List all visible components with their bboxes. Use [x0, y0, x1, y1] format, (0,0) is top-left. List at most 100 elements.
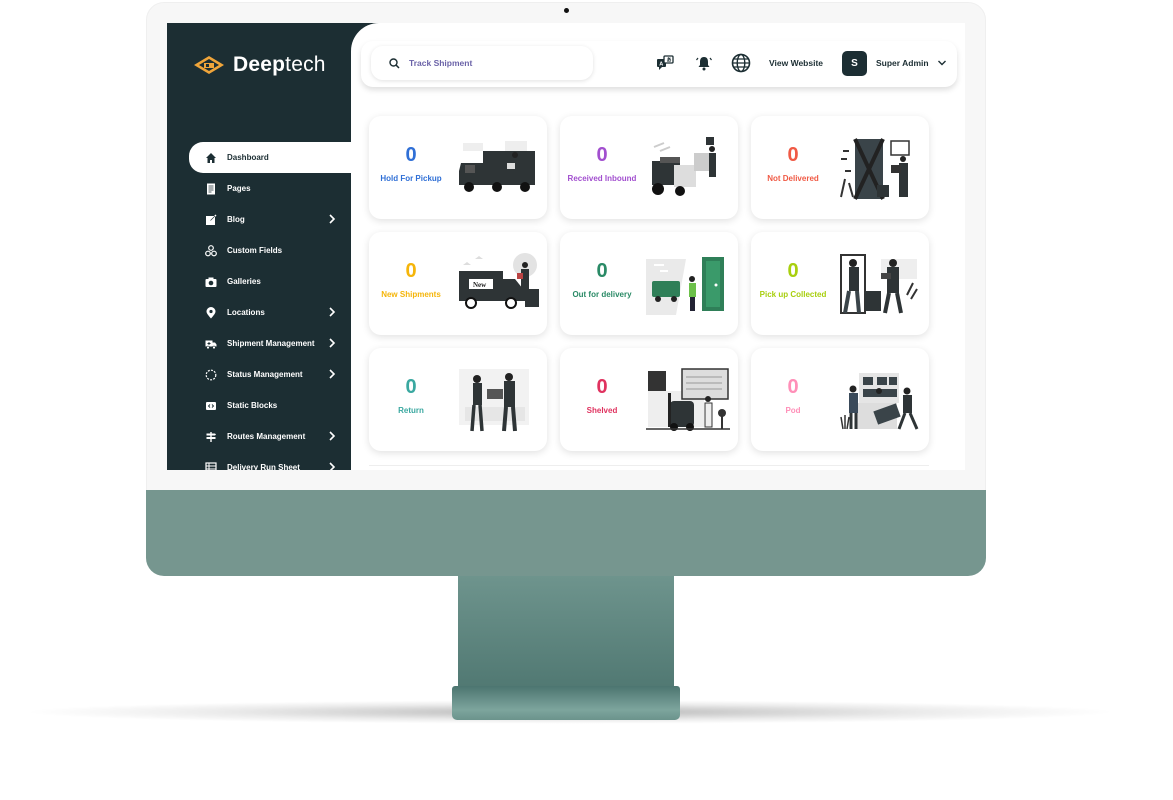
view-website-link[interactable]: View Website: [769, 58, 823, 68]
monitor-chin: [146, 490, 986, 576]
next-section-edge: [369, 465, 929, 470]
delivery-truck-illustration: [459, 141, 535, 192]
sidebar-item-delivery-run-sheet[interactable]: Delivery Run Sheet: [189, 452, 351, 470]
chevron-right-icon: [329, 431, 336, 441]
code-icon: [205, 400, 217, 412]
user-menu-name[interactable]: Super Admin: [876, 58, 929, 68]
card-count: 0: [596, 260, 608, 282]
status-card-return[interactable]: 0 Return: [369, 348, 547, 451]
card-count: 0: [596, 376, 608, 398]
status-card-new-shipments[interactable]: 0 New Shipments New: [369, 232, 547, 335]
sidebar: Deeptech Dashboard Pages Blog Custom Fie…: [167, 23, 351, 470]
status-card-hold-for-pickup[interactable]: 0 Hold For Pickup: [369, 116, 547, 219]
brand-logo[interactable]: Deeptech: [193, 53, 326, 77]
status-card-shelved[interactable]: 0 Shelved: [560, 348, 738, 451]
status-card-pod[interactable]: 0 Pod: [751, 348, 929, 451]
svg-text:New: New: [473, 281, 487, 289]
sidebar-item-label: Galleries: [227, 277, 261, 286]
card-label: Shelved: [586, 406, 618, 415]
card-label: Not Delivered: [767, 174, 819, 183]
svg-text:A: A: [659, 62, 663, 68]
translate-icon[interactable]: Aあ: [655, 53, 675, 73]
sidebar-item-label: Blog: [227, 215, 245, 224]
sidebar-item-pages[interactable]: Pages: [189, 173, 351, 204]
track-shipment-input[interactable]: [409, 58, 579, 68]
card-label: Received Inbound: [567, 174, 637, 183]
sidebar-item-blog[interactable]: Blog: [189, 204, 351, 235]
sidebar-item-shipment-management[interactable]: Shipment Management: [189, 328, 351, 359]
sidebar-item-custom-fields[interactable]: Custom Fields: [189, 235, 351, 266]
return-handover-illustration: [459, 369, 529, 432]
bell-icon[interactable]: [694, 53, 714, 73]
page-icon: [205, 183, 217, 195]
status-card-received-inbound[interactable]: 0 Received Inbound: [560, 116, 738, 219]
card-text: 0 Pod: [751, 376, 835, 415]
truck-icon: [205, 338, 217, 350]
card-count: 0: [596, 144, 608, 166]
card-count: 0: [787, 144, 799, 166]
chevron-down-icon[interactable]: [937, 59, 947, 67]
sidebar-item-routes-management[interactable]: Routes Management: [189, 421, 351, 452]
home-icon: [205, 152, 217, 164]
monitor-stand-neck: [458, 576, 674, 694]
sidebar-item-label: Status Management: [227, 370, 303, 379]
sidebar-item-locations[interactable]: Locations: [189, 297, 351, 328]
table-icon: [205, 461, 217, 470]
chevron-right-icon: [329, 214, 336, 224]
card-label: Hold For Pickup: [380, 174, 442, 183]
blocked-door-illustration: [840, 138, 910, 200]
monitor-stand-foot: [452, 686, 680, 720]
edit-icon: [205, 214, 217, 226]
spinner-icon: [205, 369, 217, 381]
map-pin-icon: [205, 306, 217, 319]
svg-text:あ: あ: [667, 57, 672, 64]
pickup-handover-illustration: [840, 254, 918, 314]
card-text: 0 Return: [369, 376, 453, 415]
card-count: 0: [787, 260, 799, 282]
track-shipment-search[interactable]: [371, 46, 593, 80]
cubes-icon: [205, 244, 217, 257]
status-card-not-delivered[interactable]: 0 Not Delivered: [751, 116, 929, 219]
sidebar-item-label: Delivery Run Sheet: [227, 463, 300, 470]
chevron-right-icon: [329, 462, 336, 470]
card-text: 0 Out for delivery: [560, 260, 644, 299]
globe-icon[interactable]: [731, 53, 751, 73]
sidebar-item-label: Dashboard: [227, 153, 269, 162]
card-label: New Shipments: [381, 290, 441, 299]
sidebar-nav: Dashboard Pages Blog Custom Fields Galle…: [189, 142, 351, 470]
van-door-illustration: [646, 257, 724, 315]
sidebar-item-status-management[interactable]: Status Management: [189, 359, 351, 390]
search-icon: [389, 57, 400, 69]
card-text: 0 New Shipments: [369, 260, 453, 299]
card-count: 0: [405, 260, 417, 282]
card-label: Out for delivery: [572, 290, 632, 299]
logo-icon: [194, 56, 224, 74]
card-count: 0: [405, 144, 417, 166]
status-card-out-for-delivery[interactable]: 0 Out for delivery: [560, 232, 738, 335]
main-content: Aあ View Website S Super Admin 0 Hold For …: [351, 23, 965, 470]
signpost-icon: [205, 431, 217, 443]
sidebar-item-label: Routes Management: [227, 432, 306, 441]
chevron-right-icon: [329, 307, 336, 317]
sidebar-item-static-blocks[interactable]: Static Blocks: [189, 390, 351, 421]
new-truck-illustration: New: [459, 253, 539, 309]
top-bar: Aあ View Website S Super Admin: [361, 41, 957, 87]
forklift-inbound-illustration: [652, 137, 716, 196]
sidebar-item-label: Custom Fields: [227, 246, 283, 255]
sidebar-item-label: Pages: [227, 184, 251, 193]
card-count: 0: [405, 376, 417, 398]
sidebar-item-label: Static Blocks: [227, 401, 278, 410]
card-text: 0 Not Delivered: [751, 144, 835, 183]
card-text: 0 Shelved: [560, 376, 644, 415]
status-card-pick-up-collected[interactable]: 0 Pick up Collected: [751, 232, 929, 335]
sidebar-item-galleries[interactable]: Galleries: [189, 266, 351, 297]
sidebar-item-dashboard[interactable]: Dashboard: [189, 142, 351, 173]
camera-dot: [564, 8, 569, 13]
monitor-mockup: Deeptech Dashboard Pages Blog Custom Fie…: [0, 0, 1173, 800]
card-text: 0 Hold For Pickup: [369, 144, 453, 183]
sidebar-item-label: Shipment Management: [227, 339, 315, 348]
avatar[interactable]: S: [842, 51, 867, 76]
chevron-right-icon: [329, 369, 336, 379]
warehouse-forklift-illustration: [646, 368, 730, 431]
store-counter-illustration: [840, 373, 919, 430]
